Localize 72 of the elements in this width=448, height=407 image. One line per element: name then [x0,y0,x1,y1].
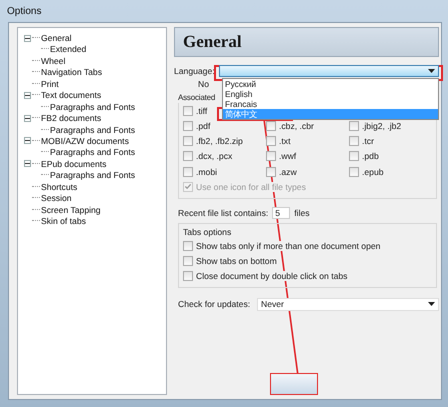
dropdown-option[interactable]: Francais [223,99,438,110]
checkbox-label: .dcx, .pcx [196,151,232,162]
tree-item[interactable]: Skin of tabs [40,216,86,226]
checkbox[interactable] [183,121,193,132]
covered-label: No [198,79,209,90]
tree-item[interactable]: Print [40,78,59,89]
group-title: Tabs options [183,227,232,238]
tree-item[interactable]: Navigation Tabs [40,67,102,78]
checkbox[interactable] [266,121,276,132]
tree-item[interactable]: Paragraphs and Fonts [49,124,136,135]
tree-item[interactable]: Paragraphs and Fonts [49,102,136,112]
recent-count-field[interactable]: 5 [272,207,290,220]
dialog-button[interactable] [270,373,318,395]
tree-item[interactable]: FB2 documents [40,113,102,124]
tree-item[interactable]: Paragraphs and Fonts [49,147,136,158]
checkbox-label: .pdf [196,121,210,132]
checkbox-label: Close document by double click on tabs [196,271,348,282]
section-header: General [174,27,439,58]
checkbox-label: Use one icon for all file types [196,182,306,192]
updates-dropdown[interactable]: Never [257,298,439,310]
checkbox[interactable] [183,136,193,146]
checkbox[interactable] [349,121,359,132]
collapse-icon[interactable] [24,137,31,144]
checkbox-label: .pdb [362,151,379,162]
checkbox-label: .epub [362,166,384,177]
collapse-icon[interactable] [24,160,31,168]
checkbox[interactable] [183,271,193,282]
updates-label: Check for updates: [178,299,250,309]
language-dropdown[interactable] [218,65,439,78]
group-title: Associated [178,92,216,102]
checkbox[interactable] [266,166,276,177]
tree-item[interactable]: General [40,33,72,44]
checkbox[interactable] [349,151,359,162]
checkbox[interactable] [183,151,193,162]
tree-item[interactable]: Screen Tapping [40,204,101,215]
checkbox[interactable] [266,151,276,162]
checkbox-label: .jbig2, .jb2 [362,121,402,132]
dropdown-caret-icon [428,69,435,74]
checkbox-label: Show tabs on bottom [196,256,277,266]
tree-item[interactable]: Text documents [40,90,102,100]
recent-files-label: Recent file list contains: [178,208,268,218]
checkbox-label: .txt [279,136,290,146]
checkbox-label: .tiff [196,106,208,116]
tree-item[interactable]: Session [40,193,72,204]
tree-item[interactable]: MOBI/AZW documents [40,136,129,146]
checkbox[interactable] [349,166,359,177]
checkbox-label: .tcr [362,136,374,146]
checkbox[interactable] [349,136,359,146]
checkbox[interactable] [183,241,193,252]
tree-item[interactable]: Wheel [40,56,66,66]
tree-item[interactable]: Paragraphs and Fonts [49,170,136,180]
checkbox-label: .cbz, .cbr [279,121,314,132]
tree-item[interactable]: Extended [49,44,86,54]
window-title: Options [6,4,42,19]
tree-item[interactable]: EPub documents [40,158,106,169]
collapse-icon[interactable] [24,34,31,42]
checkbox[interactable] [183,166,193,177]
dropdown-option[interactable]: Русский [223,79,438,90]
tree-item[interactable]: Shortcuts [40,182,78,192]
checkbox-label: Show tabs only if more than one document open [196,241,380,252]
checkbox-label: .wwf [279,151,296,162]
files-label: files [294,208,310,218]
checkbox-label: .fb2, .fb2.zip [196,136,243,146]
dropdown-caret-icon [428,302,435,306]
collapse-icon[interactable] [24,92,31,99]
checkbox[interactable] [183,106,193,116]
checkbox[interactable] [183,256,193,266]
collapse-icon[interactable] [24,114,31,122]
dropdown-option[interactable]: English [223,89,438,100]
checkbox-label: .mobi [196,166,218,177]
checkbox[interactable] [266,136,276,146]
language-label: Language: [174,66,215,76]
